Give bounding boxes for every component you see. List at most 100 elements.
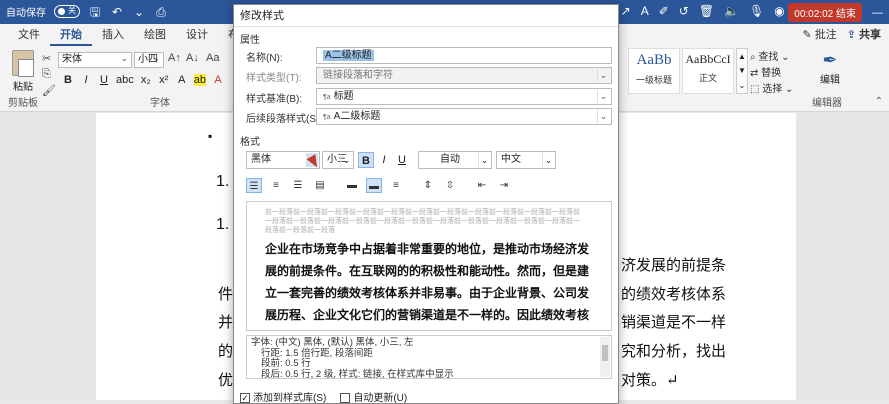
bold-button[interactable]: B	[62, 74, 74, 86]
one-half-spacing-icon[interactable]: ▬	[366, 178, 382, 193]
recording-badge[interactable]: 00:02:02 结束	[788, 3, 862, 22]
font-size-select[interactable]: 小四	[134, 51, 164, 68]
doc-right-line: 的绩效考核体系	[621, 287, 727, 303]
undo-icon[interactable]: ↶	[110, 5, 124, 19]
underline-button[interactable]: U	[98, 74, 110, 86]
comment-button[interactable]: ✎ 批注	[802, 26, 836, 42]
change-case-icon[interactable]: Aa	[206, 52, 219, 64]
style-name-input[interactable]: A二级标题	[316, 47, 612, 64]
style-preview: 前一段落前一段落前一段落前一段落前一段落前一段落前一段落前一段落前一段落前一段落…	[246, 201, 612, 331]
replace-button[interactable]: ⇄ 替换	[750, 66, 793, 82]
delete-icon[interactable]: 🗑	[699, 4, 714, 18]
print-icon[interactable]: ⎙	[154, 5, 168, 19]
style-card-body[interactable]: AaBbCcI 正文	[682, 48, 734, 94]
add-to-gallery-checkbox[interactable]: ✓ 添加到样式库(S)	[240, 389, 326, 404]
modify-style-dialog: 修改样式 属性 名称(N): A二级标题 样式类型(T): 链接段落和字符 ⌄ 样…	[233, 4, 619, 404]
next-style-select[interactable]: ¶a A二级标题 ⌄	[316, 108, 612, 125]
style-based-select[interactable]: ¶a 标题 ⌄	[316, 88, 612, 105]
highlight-icon[interactable]: ab	[193, 74, 206, 86]
preview-previous-paragraph: 前一段落前一段落前一段落前一段落前一段落前一段落前一段落前一段落前一段落前一段落…	[265, 209, 580, 234]
font-group-label: 字体	[150, 98, 170, 109]
increase-spacing-icon[interactable]: ⇕	[420, 178, 436, 193]
microphone-icon[interactable]: 🎙	[749, 4, 764, 18]
dialog-underline-button[interactable]: U	[394, 152, 410, 168]
gallery-scroll[interactable]: ▲ ▼ ⌄	[736, 48, 748, 94]
highlighter-icon[interactable]: ✐	[659, 4, 669, 18]
style-type-row: 样式类型(T): 链接段落和字符 ⌄	[246, 67, 612, 84]
autosave-label: 自动保存	[6, 8, 46, 19]
auto-update-checkbox[interactable]: 自动更新(U)	[340, 389, 407, 404]
cut-icon[interactable]: ✂	[42, 52, 51, 65]
checkmark-icon: ✓	[240, 393, 250, 404]
dialog-language-select[interactable]: 中文 ⌄	[496, 151, 556, 169]
tab-insert[interactable]: 插入	[92, 24, 134, 46]
tab-draw[interactable]: 绘图	[134, 24, 176, 46]
save-icon[interactable]: 🖫	[88, 5, 102, 19]
doc-right-line: 销渠道是不一样	[621, 315, 727, 331]
style-name-row: 名称(N): A二级标题	[246, 47, 612, 64]
paste-button[interactable]: 粘贴	[8, 50, 38, 93]
superscript-icon[interactable]: x²	[158, 74, 170, 86]
style-card-heading1[interactable]: AaBb 一级标题	[628, 48, 680, 94]
format-painter-icon[interactable]: 🖌	[42, 84, 56, 97]
shrink-font-icon[interactable]: A↓	[186, 52, 199, 64]
preview-sample-text: 企业在市场竞争中占据着非常重要的地位，是推动市场经济发展的前提条件。在互联网的的…	[265, 242, 590, 322]
speaker-icon[interactable]: 🔈	[724, 4, 739, 18]
style-name: 正文	[698, 73, 717, 83]
dialog-title: 修改样式	[234, 5, 618, 27]
desc-line: 字体: (中文) 黑体, (默认) 黑体, 小三, 左	[251, 337, 414, 348]
font-name-select[interactable]: 宋体	[58, 51, 132, 68]
style-type-select: 链接段落和字符 ⌄	[316, 67, 612, 84]
properties-section-label: 属性	[240, 35, 260, 46]
camera-icon[interactable]: ◉	[774, 4, 784, 18]
strikethrough-icon[interactable]: abc	[116, 74, 134, 86]
select-button[interactable]: ⬚ 选择 ⌄	[750, 82, 793, 98]
clipboard-group-label: 剪贴板	[8, 98, 38, 109]
dialog-size-select[interactable]: 小三 ⌄	[322, 151, 354, 169]
tab-home[interactable]: 开始	[50, 24, 92, 46]
dropdown-icon[interactable]: ⌄	[132, 5, 146, 19]
dialog-options: ✓ 添加到样式库(S) 自动更新(U)	[240, 389, 407, 404]
grow-font-icon[interactable]: A↑	[168, 52, 181, 64]
minimize-button[interactable]: —	[872, 7, 883, 19]
style-gallery: AaBb 一级标题 AaBbCcI 正文 ▲ ▼ ⌄	[628, 48, 748, 96]
justify-icon[interactable]: ▤	[312, 178, 328, 193]
increase-indent-icon[interactable]: ⇥	[496, 178, 512, 193]
style-based-label: 样式基准(B):	[246, 94, 303, 105]
italic-button[interactable]: I	[80, 74, 92, 86]
dialog-italic-button[interactable]: I	[376, 152, 392, 168]
double-spacing-icon[interactable]: ≡	[388, 178, 404, 193]
arrow-icon[interactable]: ↗	[621, 4, 631, 18]
align-center-icon[interactable]: ≡	[268, 178, 284, 193]
find-button[interactable]: ⌕ 查找 ⌄	[750, 50, 793, 66]
clipboard-icon	[12, 50, 34, 77]
recording-time: 00:02:02	[794, 9, 834, 20]
doc-right-line: 济发展的前提条	[621, 258, 727, 274]
doc-right-line: 对策。↵	[621, 373, 679, 389]
text-icon[interactable]: A	[641, 4, 649, 18]
align-left-icon[interactable]: ☰	[246, 178, 262, 193]
subscript-icon[interactable]: x₂	[140, 74, 152, 86]
autosave-state: 关	[68, 6, 76, 15]
tab-file[interactable]: 文件	[8, 24, 50, 46]
decrease-indent-icon[interactable]: ⇤	[474, 178, 490, 193]
revert-icon[interactable]: ↺	[679, 4, 689, 18]
share-button[interactable]: ⇪ 共享	[847, 26, 881, 42]
style-sample: AaBbCcI	[685, 52, 731, 66]
dialog-color-select[interactable]: 自动 ⌄	[418, 151, 492, 169]
numbered-item-2: 1.	[216, 216, 230, 233]
collapse-ribbon-icon[interactable]: ⌃	[875, 96, 883, 107]
align-right-icon[interactable]: ☰	[290, 178, 306, 193]
autosave-toggle[interactable]: 关	[54, 5, 80, 18]
copy-icon[interactable]: ⎘	[42, 68, 51, 81]
dialog-bold-button[interactable]: B	[358, 152, 374, 168]
decrease-spacing-icon[interactable]: ⇳	[442, 178, 458, 193]
tab-design[interactable]: 设计	[176, 24, 218, 46]
text-effects-icon[interactable]: A	[176, 74, 188, 86]
format-section-label: 格式	[240, 137, 260, 148]
numbered-item-1: 1.	[216, 173, 230, 190]
editor-button[interactable]: ✒ 编辑	[812, 50, 848, 86]
single-spacing-icon[interactable]: ▬	[344, 178, 360, 193]
font-color-icon[interactable]: A	[212, 74, 224, 86]
description-scrollbar[interactable]	[600, 337, 610, 377]
